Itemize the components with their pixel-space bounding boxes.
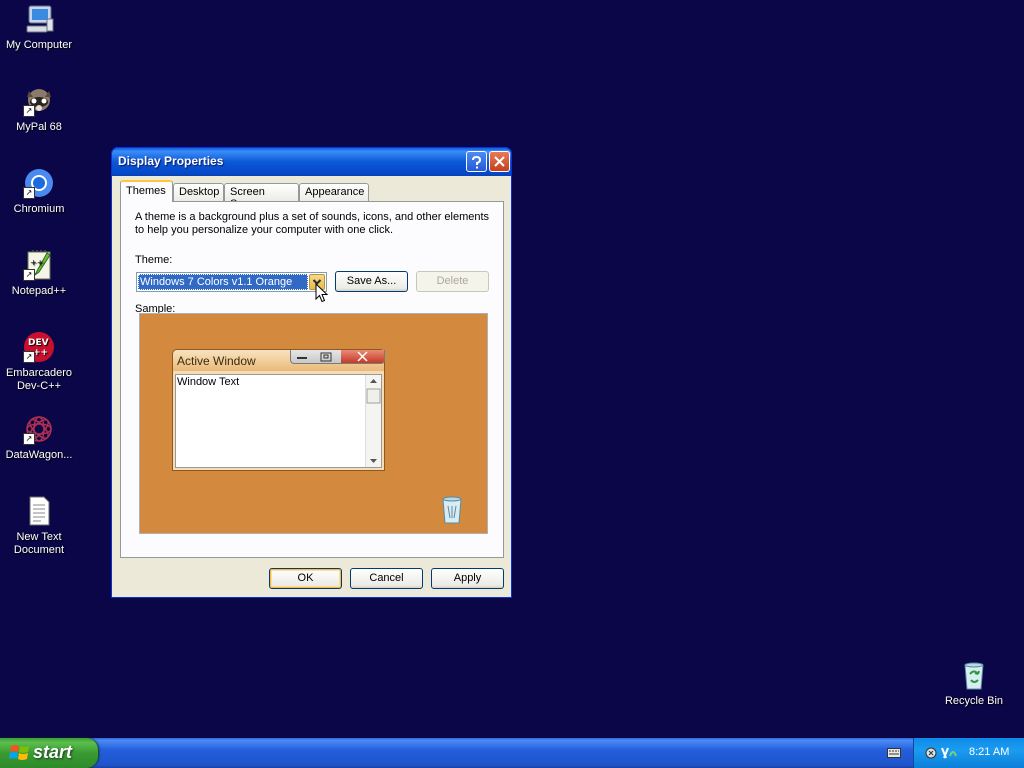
apply-button[interactable]: Apply (431, 568, 504, 589)
pointer-icon (315, 282, 329, 303)
raccoon-icon: ↗ (23, 85, 55, 117)
tab-themes[interactable]: Themes (120, 180, 173, 202)
text-document-icon (23, 495, 55, 527)
start-label: start (33, 742, 73, 762)
keyboard-icon[interactable] (887, 747, 901, 759)
tab-screen-saver[interactable]: Screen Saver (224, 183, 299, 210)
display-properties-window: Display Properties Themes Desktop Screen… (111, 147, 512, 598)
desktop-icon-label: Recycle Bin (944, 695, 1004, 707)
help-button[interactable] (466, 151, 487, 172)
desktop-icon-recycle-bin[interactable]: Recycle Bin (936, 659, 1012, 708)
theme-sample-preview: Active Window Window Text (139, 313, 488, 534)
desktop-icon-label: Chromium (13, 203, 65, 215)
recycle-bin-icon (958, 659, 990, 691)
windows-logo-icon (9, 745, 29, 760)
theme-description: A theme is a background plus a set of so… (135, 211, 490, 236)
sample-window-titlebar: Active Window (173, 350, 385, 371)
computer-icon (23, 3, 55, 35)
cancel-button[interactable]: Cancel (350, 568, 423, 589)
theme-dropdown[interactable]: Windows 7 Colors v1.1 Orange (136, 272, 327, 292)
close-icon (494, 156, 505, 167)
desktop-icon-label: My Computer (5, 39, 73, 51)
tab-desktop[interactable]: Desktop (173, 183, 224, 201)
sample-window-buttons (290, 350, 385, 364)
ok-button[interactable]: OK (269, 568, 342, 589)
desktop-icon-notepadpp[interactable]: ++ ↗ Notepad++ (1, 249, 77, 298)
window-title: Display Properties (118, 154, 224, 168)
titlebar[interactable]: Display Properties (111, 147, 512, 176)
sample-scrollbar (365, 375, 381, 467)
svg-text:++: ++ (30, 258, 43, 267)
desktop-icon-datawagon[interactable]: ↗ DataWagon... (1, 413, 77, 462)
system-tray: 8:21 AM (913, 738, 1024, 768)
shortcut-arrow-icon: ↗ (23, 105, 35, 117)
desktop-icon-mypal[interactable]: ↗ MyPal 68 (1, 85, 77, 134)
desktop-icon-new-text-document[interactable]: New Text Document (1, 495, 77, 557)
desktop-icon-label: Embarcadero Dev-C++ (5, 367, 73, 392)
close-button[interactable] (489, 151, 510, 172)
minimize-maximize-icon (297, 352, 332, 362)
delete-button[interactable]: Delete (416, 271, 489, 292)
desktop-icon-label: Notepad++ (11, 285, 67, 297)
svg-text:++: ++ (33, 348, 48, 358)
datawagon-icon: ↗ (23, 413, 55, 445)
sample-window-body: Window Text (175, 374, 382, 468)
clock[interactable]: 8:21 AM (969, 746, 1009, 758)
mouse-cursor (315, 282, 329, 303)
desktop-icon-chromium[interactable]: ↗ Chromium (1, 167, 77, 216)
desktop-icon-label: New Text Document (13, 531, 65, 556)
desktop-icon-devcpp[interactable]: DEV ++ ↗ Embarcadero Dev-C++ (1, 331, 77, 393)
tray-network-icon[interactable] (924, 744, 958, 762)
recycle-bin-icon (440, 494, 464, 524)
sample-active-window: Active Window Window Text (172, 349, 385, 471)
sample-window-title: Active Window (177, 354, 256, 368)
save-as-button[interactable]: Save As... (335, 271, 408, 292)
desktop-icon-label: DataWagon... (5, 449, 73, 461)
sample-close-button (341, 350, 384, 363)
shortcut-arrow-icon: ↗ (23, 187, 35, 199)
notepadpp-icon: ++ ↗ (23, 249, 55, 281)
start-button[interactable]: start (0, 738, 98, 768)
question-mark-icon (472, 156, 482, 169)
svg-text:DEV: DEV (28, 338, 49, 348)
shortcut-arrow-icon: ↗ (23, 433, 35, 445)
close-icon (357, 351, 368, 362)
chromium-icon: ↗ (23, 167, 55, 199)
shortcut-arrow-icon: ↗ (23, 351, 35, 363)
shortcut-arrow-icon: ↗ (23, 269, 35, 281)
desktop-icon-my-computer[interactable]: My Computer (1, 3, 77, 52)
themes-panel: A theme is a background plus a set of so… (120, 201, 504, 558)
tab-appearance[interactable]: Appearance (299, 183, 369, 201)
theme-label: Theme: (135, 254, 173, 266)
taskbar: start 8:21 AM (0, 738, 1024, 768)
desktop-icon-label: MyPal 68 (16, 121, 62, 133)
theme-dropdown-value: Windows 7 Colors v1.1 Orange (138, 274, 308, 290)
scrollbar-arrows-icon (366, 379, 381, 463)
sample-window-text: Window Text (177, 376, 240, 388)
devcpp-icon: DEV ++ ↗ (23, 331, 55, 363)
